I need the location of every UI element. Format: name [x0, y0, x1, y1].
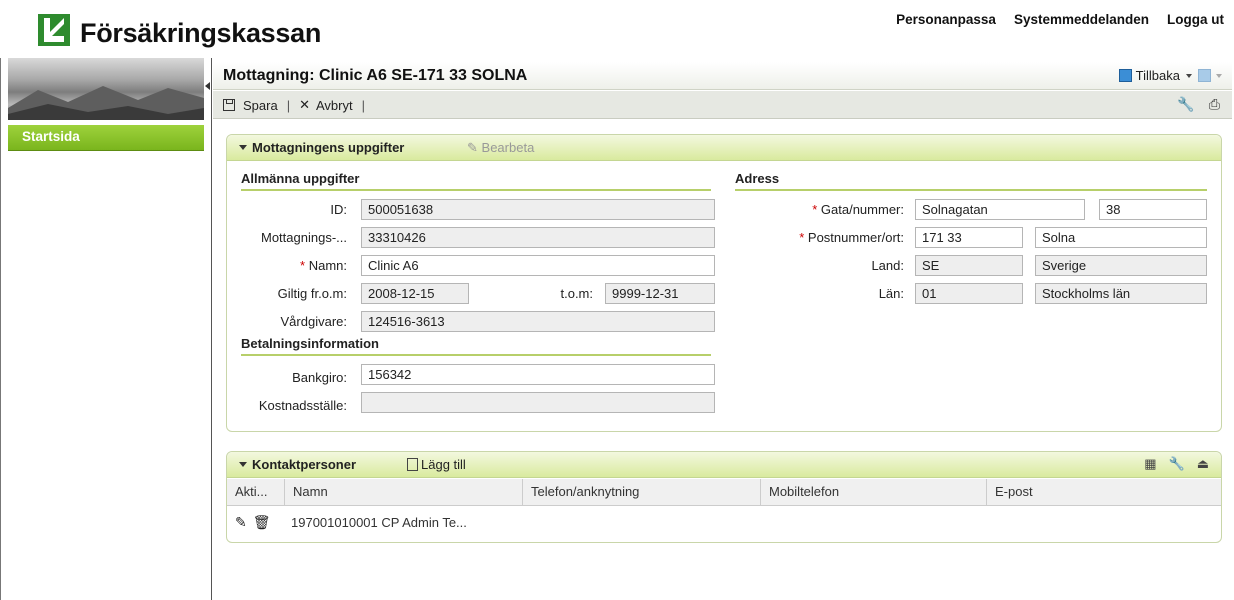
valid-to-label: t.o.m: — [560, 286, 593, 301]
valid-from-field: 2008-12-15 — [361, 283, 469, 304]
zip-city-label: * Postnummer/ort: — [799, 230, 904, 245]
county-field: Stockholms län — [1035, 283, 1207, 304]
mottagningsnummer-field: 33310426 — [361, 227, 715, 248]
add-document-icon — [407, 458, 418, 471]
separator: | — [286, 97, 291, 113]
edit-button[interactable]: ✎ Bearbeta — [467, 140, 534, 156]
name-field[interactable]: Clinic A6 — [361, 255, 715, 276]
back-button[interactable]: Tillbaka — [1118, 68, 1192, 83]
separator: | — [361, 97, 365, 113]
street-number-field[interactable]: 38 — [1099, 199, 1207, 220]
chevron-down-icon — [1216, 73, 1222, 78]
provider-field: 124516-3613 — [361, 311, 715, 332]
county-label: Län: — [878, 286, 904, 301]
provider-label: Vårdgivare: — [280, 314, 347, 329]
section-title-address: Adress — [735, 171, 1207, 191]
country-field: Sverige — [1035, 255, 1207, 276]
brand-name: Försäkringskassan — [80, 18, 322, 48]
header: Försäkringskassan Personanpassa Systemme… — [0, 0, 1234, 58]
county-code-field: 01 — [915, 283, 1023, 304]
systemmeddelanden-link[interactable]: Systemmeddelanden — [1014, 12, 1149, 27]
add-contact-button[interactable]: Lägg till — [407, 457, 466, 472]
panel-header: Kontaktpersoner Lägg till ▦ 🔧 ⏏ — [227, 452, 1221, 478]
panel-title[interactable]: Mottagningens uppgifter — [239, 140, 404, 155]
sidebar-item-startsida[interactable]: Startsida — [8, 125, 204, 151]
edit-icon[interactable]: ✎ — [235, 514, 247, 531]
id-field: 500051638 — [361, 199, 715, 220]
column-header-name[interactable]: Namn — [285, 479, 523, 506]
section-title-payment: Betalningsinformation — [241, 336, 711, 356]
country-code-field: SE — [915, 255, 1023, 276]
title-bar: Mottagning: Clinic A6 SE-171 33 SOLNA Ti… — [213, 62, 1232, 90]
print-icon[interactable]: ⎙ — [1209, 96, 1220, 113]
pencil-icon: ✎ — [467, 140, 478, 155]
street-label: * Gata/nummer: — [812, 202, 904, 217]
section-title-general: Allmänna uppgifter — [241, 171, 711, 191]
city-field[interactable]: Solna — [1035, 227, 1207, 248]
trash-icon[interactable]: 🗑 — [253, 514, 271, 531]
column-header-phone[interactable]: Telefon/anknytning — [523, 479, 761, 506]
country-label: Land: — [871, 258, 904, 273]
panel-header: Mottagningens uppgifter ✎ Bearbeta — [227, 135, 1221, 161]
name-label: * Namn: — [300, 258, 347, 273]
tools-icon[interactable]: 🔧 — [1177, 96, 1194, 113]
chevron-down-icon — [1186, 73, 1192, 78]
logout-link[interactable]: Logga ut — [1167, 12, 1224, 27]
valid-from-label: Giltig fr.o.m: — [277, 286, 347, 301]
personanpassa-link[interactable]: Personanpassa — [896, 12, 996, 27]
cancel-button[interactable]: Avbryt — [316, 98, 353, 113]
back-label: Tillbaka — [1135, 68, 1180, 83]
close-icon: ✕ — [299, 97, 310, 112]
forward-icon — [1198, 69, 1211, 82]
bankgiro-label: Bankgiro: — [292, 370, 347, 385]
tools-icon[interactable]: 🔧 — [1169, 456, 1185, 472]
id-label: ID: — [330, 202, 347, 217]
panel-title[interactable]: Kontaktpersoner — [239, 457, 356, 472]
eject-icon[interactable]: ⏏ — [1197, 456, 1209, 472]
save-icon — [223, 99, 235, 111]
collapse-icon — [239, 145, 247, 150]
save-button[interactable]: Spara — [243, 98, 278, 113]
column-header-email[interactable]: E-post — [987, 479, 1221, 506]
contacts-panel: Kontaktpersoner Lägg till ▦ 🔧 ⏏ Akti... … — [226, 451, 1222, 543]
mottagningsnummer-label: Mottagnings-... — [261, 230, 347, 245]
collapse-sidebar-icon[interactable] — [205, 82, 210, 90]
collapse-icon — [239, 462, 247, 467]
zip-field[interactable]: 171 33 — [915, 227, 1023, 248]
back-icon — [1118, 69, 1132, 82]
forward-button[interactable] — [1198, 69, 1222, 82]
logo-icon — [38, 14, 70, 46]
export-icon[interactable]: ▦ — [1144, 456, 1156, 472]
table-row: ✎ 🗑 197001010001 CP Admin Te... — [227, 507, 1221, 537]
mottagning-panel: Mottagningens uppgifter ✎ Bearbeta Allmä… — [226, 134, 1222, 432]
cost-center-field — [361, 392, 715, 413]
street-field[interactable]: Solnagatan — [915, 199, 1085, 220]
toolbar: Spara | ✕ Avbryt | 🔧 ⎙ — [213, 91, 1232, 119]
banner-image — [8, 58, 204, 120]
contact-name-cell: 197001010001 CP Admin Te... — [291, 514, 467, 530]
column-header-mobile[interactable]: Mobiltelefon — [761, 479, 987, 506]
cost-center-label: Kostnadsställe: — [258, 398, 347, 413]
valid-to-field: 9999-12-31 — [605, 283, 715, 304]
page-title: Mottagning: Clinic A6 SE-171 33 SOLNA — [223, 67, 528, 84]
top-links: Personanpassa Systemmeddelanden Logga ut — [896, 12, 1224, 27]
bankgiro-field[interactable]: 156342 — [361, 364, 715, 385]
table-header: Akti... Namn Telefon/anknytning Mobiltel… — [227, 479, 1221, 506]
column-header-actions[interactable]: Akti... — [227, 479, 285, 506]
